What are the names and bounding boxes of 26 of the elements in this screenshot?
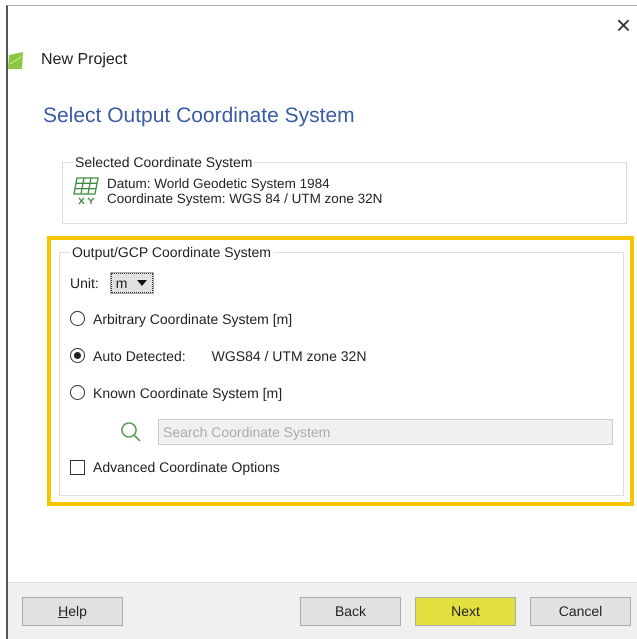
detected-value: WGS84 / UTM zone 32N — [212, 348, 366, 364]
option-label: Auto Detected: — [93, 348, 186, 364]
radio-button[interactable] — [70, 385, 85, 400]
next-button[interactable]: Next — [415, 596, 516, 626]
back-button[interactable]: Back — [300, 596, 401, 626]
unit-dropdown[interactable]: m — [110, 273, 154, 293]
group-title: Output/GCP Coordinate System — [71, 244, 272, 260]
radio-button[interactable] — [70, 348, 85, 363]
radio-button[interactable] — [70, 311, 85, 326]
info-line: Coordinate System: WGS 84 / UTM zone 32N — [107, 191, 382, 206]
option-label: Arbitrary Coordinate System [m] — [93, 310, 292, 326]
caret-icon — [137, 280, 148, 286]
page-heading: Select Output Coordinate System — [43, 104, 356, 128]
checkbox[interactable] — [70, 460, 85, 474]
help-button[interactable]: Help — [22, 596, 123, 626]
window-title: New Project — [41, 51, 128, 69]
unit-label: Unit: — [70, 275, 99, 291]
grid-icon — [73, 176, 99, 206]
option-label: Known Coordinate System [m] — [93, 384, 282, 400]
search-icon — [120, 421, 142, 443]
app-logo-icon — [8, 52, 23, 68]
close-button[interactable]: × — [616, 12, 631, 46]
group-title: Selected Coordinate System — [74, 154, 254, 170]
cancel-button[interactable]: Cancel — [530, 596, 631, 626]
checkbox-label: Advanced Coordinate Options — [93, 459, 280, 475]
info-line: Datum: World Geodetic System 1984 — [107, 176, 331, 191]
